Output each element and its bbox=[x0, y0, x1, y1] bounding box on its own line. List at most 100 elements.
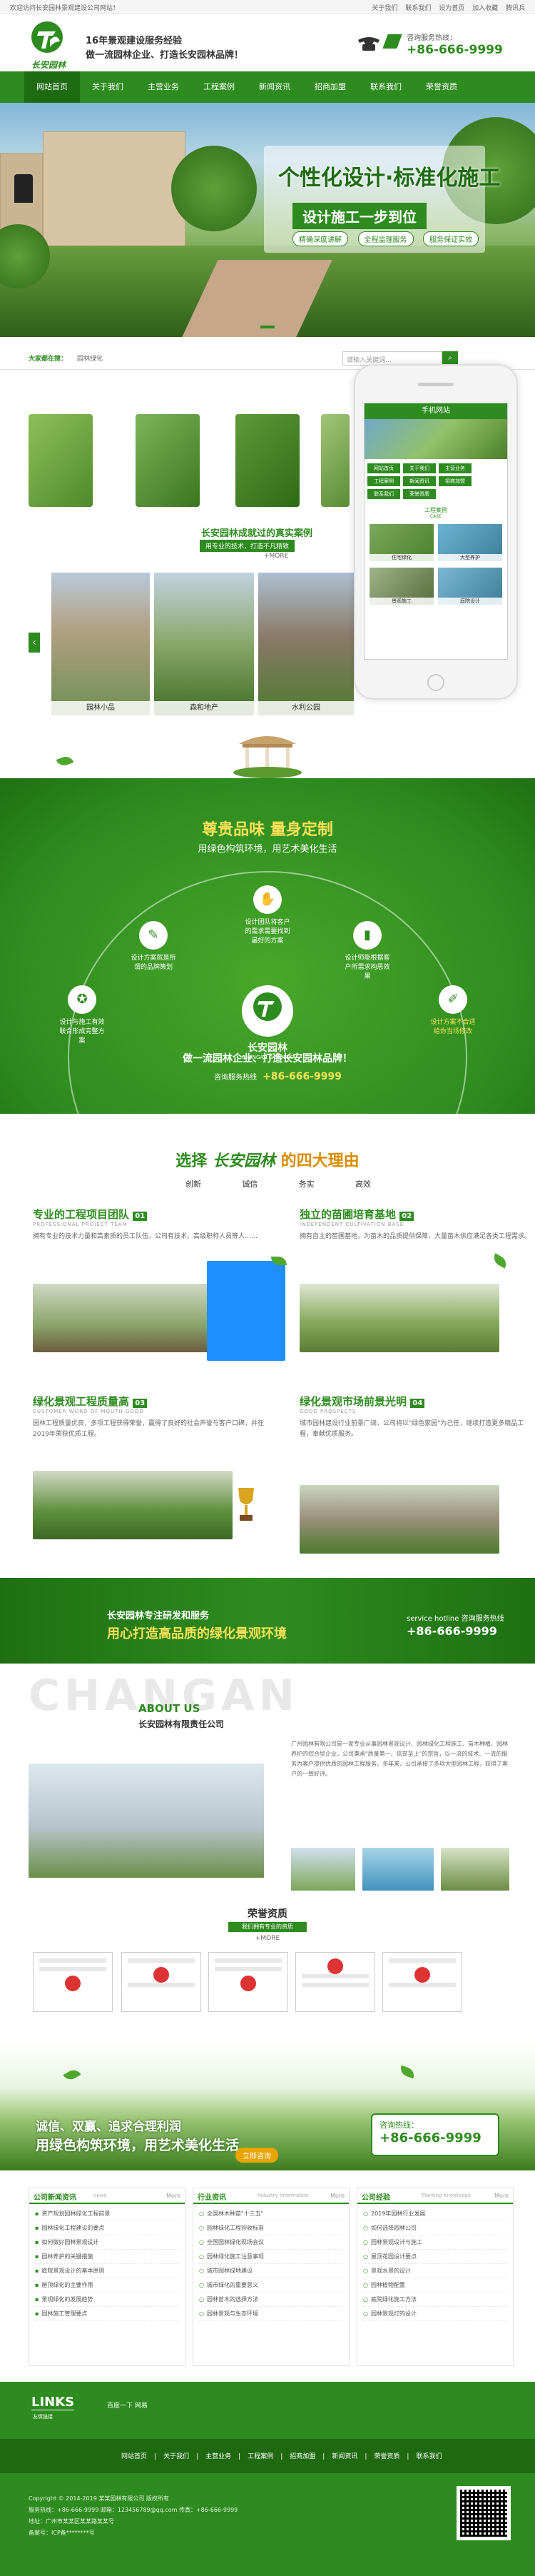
news-item[interactable]: ○ 园林绿化施工注意事项 bbox=[199, 2250, 343, 2264]
certificate[interactable] bbox=[208, 1952, 288, 2012]
news-item[interactable]: ○ 庭院绿化施工方法 bbox=[363, 2293, 507, 2307]
case-tile[interactable] bbox=[321, 414, 350, 507]
certificate[interactable] bbox=[295, 1952, 375, 2012]
news-item[interactable]: ○ 全国林木种苗"十三五" bbox=[199, 2207, 343, 2221]
news-item[interactable]: ▪ 资产规划园林绿化工程前景 bbox=[35, 2207, 179, 2221]
footer-nav-item[interactable]: 工程案例 bbox=[248, 2453, 273, 2460]
search-input[interactable]: 请输入关键词... bbox=[342, 351, 442, 366]
friend-links[interactable]: 百度一下 网易 bbox=[107, 2400, 148, 2410]
news-item[interactable]: ○ 园林景观设计与施工 bbox=[363, 2235, 507, 2250]
logo-icon[interactable] bbox=[29, 20, 71, 63]
feature-title: 尊贵品味 量身定制 bbox=[202, 821, 333, 839]
case-tile[interactable] bbox=[136, 414, 200, 507]
chart-icon: ▮ bbox=[353, 921, 382, 950]
news-item[interactable]: ▪ 屋顶绿化的主要作用 bbox=[35, 2278, 179, 2293]
footer-nav-item[interactable]: 新闻资讯 bbox=[332, 2453, 357, 2460]
certificate[interactable] bbox=[33, 1952, 113, 2012]
footer-nav-item[interactable]: 招商加盟 bbox=[290, 2453, 315, 2460]
search-button[interactable]: ⌕ bbox=[442, 351, 458, 366]
footer-nav-item[interactable]: 联系我们 bbox=[416, 2453, 442, 2460]
phone-nav-item[interactable]: 招商加盟 bbox=[439, 476, 472, 486]
news-item[interactable]: ▪ 庭院景观设计的基本原则 bbox=[35, 2264, 179, 2278]
news-item[interactable]: ▪ 园林绿化工程建设的要点 bbox=[35, 2221, 179, 2235]
about-section: CHANGAN ABOUT US 长安园林有限责任公司 广州园林有限公司是一家专… bbox=[0, 1671, 535, 1892]
news-more-link[interactable]: More bbox=[494, 2193, 509, 2199]
news-item[interactable]: ○ 园林景观灯的设计 bbox=[363, 2307, 507, 2321]
phone-nav-item[interactable]: 荣誉资质 bbox=[403, 489, 436, 499]
case-photo[interactable]: 园林小品 bbox=[51, 573, 150, 715]
news-item[interactable]: ○ 景观水景的设计 bbox=[363, 2264, 507, 2278]
news-item[interactable]: ○ 城市园林绿地建设 bbox=[199, 2264, 343, 2278]
nav-item-honor[interactable]: 荣誉资质 bbox=[414, 71, 469, 103]
phone-nav-item[interactable]: 网站首页 bbox=[367, 463, 400, 473]
news-more-link[interactable]: More bbox=[330, 2193, 345, 2199]
nav-item-contact[interactable]: 联系我们 bbox=[358, 71, 414, 103]
reason-title-text: 绿化景观市场前景光明 bbox=[300, 1395, 407, 1408]
news-item[interactable]: ○ 全国园林绿化现场会议 bbox=[199, 2235, 343, 2250]
phone-nav-item[interactable]: 主营业务 bbox=[439, 463, 472, 473]
news-item-title: 园林施工管理要点 bbox=[41, 2310, 88, 2317]
footer-nav-item[interactable]: 荣誉资质 bbox=[374, 2453, 399, 2460]
top-link-favorite[interactable]: 加入收藏 bbox=[472, 5, 498, 12]
news-item[interactable]: ○ 2019年园林行业发展 bbox=[363, 2207, 507, 2221]
top-link-homepage[interactable]: 设为首页 bbox=[439, 5, 464, 12]
phone-cell[interactable]: 景观施工 bbox=[370, 568, 434, 605]
banner-dot-active[interactable] bbox=[260, 326, 275, 328]
nav-item-cases[interactable]: 工程案例 bbox=[191, 71, 247, 103]
footer-icp[interactable]: 备案号：ICP备********号 bbox=[29, 2527, 238, 2539]
consult-button[interactable]: 立即咨询 bbox=[235, 2148, 278, 2163]
top-link-about[interactable]: 关于我们 bbox=[372, 5, 397, 12]
phone-cell[interactable]: 庭院设计 bbox=[438, 568, 502, 605]
nav-item-home[interactable]: 网站首页 bbox=[24, 71, 80, 103]
phone-case-title-text: 工程案例 bbox=[424, 507, 447, 513]
news-item[interactable]: ▪ 园林养护的关键措施 bbox=[35, 2250, 179, 2264]
news-more-link[interactable]: More bbox=[166, 2193, 180, 2199]
nav-item-about[interactable]: 关于我们 bbox=[80, 71, 136, 103]
honor-more-link[interactable]: +MORE bbox=[0, 1935, 535, 1942]
news-item[interactable]: ▪ 园林施工管理要点 bbox=[35, 2307, 179, 2321]
news-item[interactable]: ▪ 景观绿化的发展趋势 bbox=[35, 2293, 179, 2307]
case-tile[interactable] bbox=[235, 414, 300, 507]
top-link-weibo[interactable]: 腾讯兵 bbox=[506, 5, 525, 12]
news-item[interactable]: ○ 屋顶花园设计要点 bbox=[363, 2250, 507, 2264]
news-item[interactable]: ○ 园林植物配置 bbox=[363, 2278, 507, 2293]
field-line-1: 诚信、双赢、追求合理利润 bbox=[36, 2120, 181, 2134]
case-photo[interactable]: 森和地产 bbox=[154, 573, 254, 715]
news-column-title: 行业资讯 bbox=[198, 2194, 226, 2202]
footer-nav-item[interactable]: 网站首页 bbox=[121, 2453, 147, 2460]
certificate[interactable] bbox=[382, 1952, 462, 2012]
footer-nav-item[interactable]: 主营业务 bbox=[205, 2453, 231, 2460]
reasons-title: 选择 长安园林 的四大理由 bbox=[0, 1148, 535, 1171]
news-item[interactable]: ○ 如何选择园林公司 bbox=[363, 2221, 507, 2235]
phone-cell[interactable]: 住宅绿化 bbox=[370, 524, 434, 561]
phone-cell[interactable]: 大型养护 bbox=[438, 524, 502, 561]
news-item[interactable]: ○ 城市绿化的重要意义 bbox=[199, 2278, 343, 2293]
cases-more-link[interactable]: +MORE bbox=[264, 553, 288, 560]
phone-icon bbox=[358, 37, 379, 51]
phone-nav-item[interactable]: 关于我们 bbox=[403, 463, 436, 473]
news-item-title: 园林景观设计与施工 bbox=[370, 2239, 422, 2245]
hot-search-word[interactable]: 园林绿化 bbox=[77, 356, 103, 363]
nav-item-business[interactable]: 主营业务 bbox=[136, 71, 191, 103]
certificate[interactable] bbox=[121, 1952, 201, 2012]
news-item-title: 园林景观与生态环境 bbox=[206, 2310, 258, 2317]
phone-nav-item[interactable]: 工程案例 bbox=[367, 476, 400, 486]
nav-item-join[interactable]: 招商加盟 bbox=[302, 71, 358, 103]
footer-nav-item[interactable]: 关于我们 bbox=[163, 2453, 189, 2460]
news-item[interactable]: ▪ 如何做好园林景观设计 bbox=[35, 2235, 179, 2250]
phone-header: 手机网站 bbox=[365, 403, 507, 419]
news-item[interactable]: ○ 园林苗木的选择方法 bbox=[199, 2293, 343, 2307]
case-photo[interactable]: 水利公园 bbox=[258, 573, 354, 715]
news-item-title: 庭院景观设计的基本原则 bbox=[41, 2268, 105, 2274]
cases-prev-arrow[interactable]: ‹ bbox=[29, 633, 40, 653]
nav-item-news[interactable]: 新闻资讯 bbox=[247, 71, 302, 103]
top-link-contact[interactable]: 联系我们 bbox=[405, 5, 431, 12]
reason-en: INDEPENDENT CULTIVATION BASE bbox=[300, 1222, 404, 1227]
news-item[interactable]: ○ 园林景观与生态环境 bbox=[199, 2307, 343, 2321]
phone-nav-item[interactable]: 新闻资讯 bbox=[403, 476, 436, 486]
phone-nav-item[interactable]: 联系我们 bbox=[367, 489, 400, 499]
logo-text: 长安园林 bbox=[31, 60, 66, 70]
news-item[interactable]: ○ 园林绿化工程验收标准 bbox=[199, 2221, 343, 2235]
about-thumb bbox=[291, 1848, 355, 1891]
case-tile[interactable] bbox=[29, 414, 93, 507]
